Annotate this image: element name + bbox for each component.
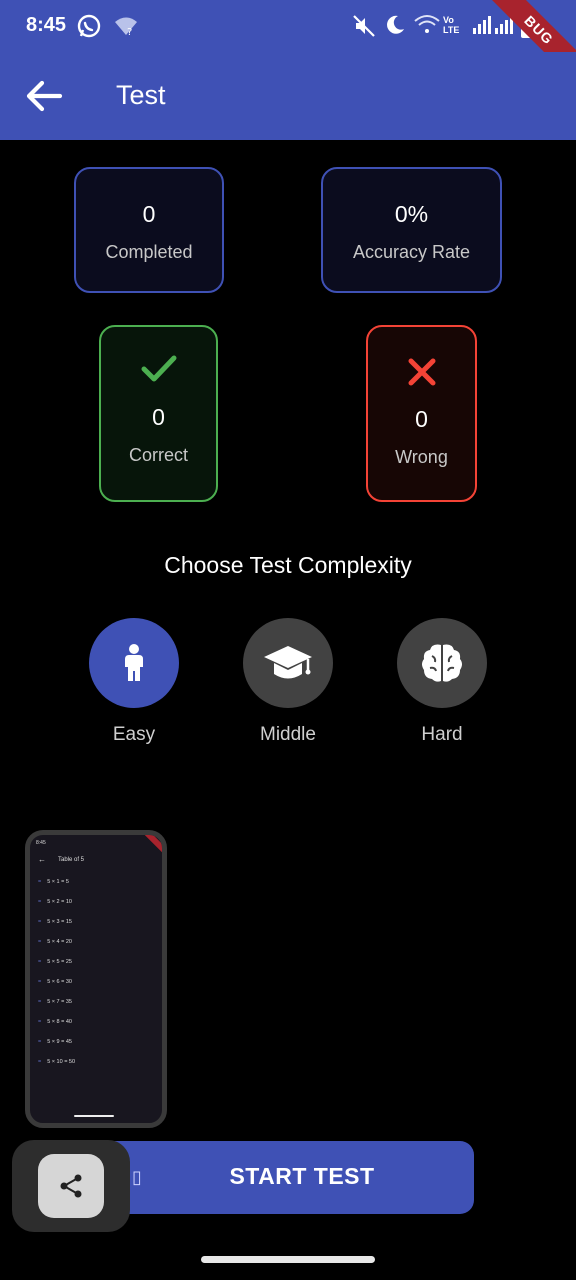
preview-row-icon: = [38, 1059, 42, 1065]
level-hard-button[interactable] [397, 618, 487, 708]
level-middle-button[interactable] [243, 618, 333, 708]
status-bar: 8:45 ? Vo LTE BUG [0, 0, 576, 92]
completed-label: Completed [105, 242, 193, 262]
child-icon [125, 644, 143, 681]
preview-row-icon: = [38, 879, 42, 885]
preview-row: = 5 × 4 = 20 [38, 939, 72, 945]
preview-row: = 5 × 3 = 15 [38, 919, 72, 925]
start-test-button[interactable]: ▯ START TEST [100, 1141, 474, 1214]
check-icon [141, 355, 176, 382]
preview-row-icon: = [38, 1019, 42, 1025]
back-button[interactable] [22, 76, 66, 116]
preview-title: Table of 5 [58, 857, 85, 863]
arrow-back-icon [26, 80, 63, 112]
level-hard-label: Hard [421, 724, 463, 745]
graduation-cap-icon [264, 646, 312, 679]
accuracy-label: Accuracy Rate [352, 242, 471, 262]
close-icon [408, 358, 435, 386]
level-middle-label: Middle [260, 724, 316, 745]
correct-label: Correct [128, 445, 188, 465]
home-indicator[interactable] [201, 1256, 375, 1263]
preview-row-icon: = [38, 899, 42, 905]
wrong-card: 0 Wrong [366, 325, 477, 502]
preview-row-icon: = [38, 979, 42, 985]
preview-row: = 5 × 5 = 25 [38, 959, 72, 965]
complexity-title: Choose Test Complexity [164, 552, 412, 578]
screenshot-preview[interactable]: 8:45 ← Table of 5 = 5 × 1 = 5 = 5 × 2 = 10… [25, 830, 167, 1128]
completed-value: 0 [142, 201, 156, 227]
level-hard[interactable]: Hard [397, 618, 487, 746]
preview-row: = 5 × 10 = 50 [38, 1059, 76, 1065]
app-bar [0, 52, 576, 140]
signal-icon-1 [473, 16, 491, 34]
volte-label: Vo LTE [443, 15, 460, 35]
level-middle[interactable]: Middle [243, 618, 333, 746]
preview-status-time: 8:45 [36, 840, 46, 846]
status-time: 8:45 [26, 14, 67, 36]
page-title: Test [116, 80, 166, 110]
preview-row: = 5 × 9 = 45 [38, 1039, 72, 1045]
correct-value: 0 [152, 404, 165, 430]
share-icon [60, 1174, 82, 1198]
preview-row-icon: = [38, 959, 42, 965]
mute-icon [353, 15, 375, 37]
preview-row: = 5 × 6 = 30 [38, 979, 72, 985]
level-easy-button[interactable] [89, 618, 179, 708]
preview-row-icon: = [38, 999, 42, 1005]
wifi-icon [414, 15, 440, 33]
preview-row-icon: = [38, 919, 42, 925]
accuracy-value: 0% [394, 201, 429, 227]
wifi-question-icon: ? [115, 17, 137, 36]
start-test-label: START TEST [229, 1163, 375, 1189]
completed-card: 0 Completed [74, 167, 224, 293]
wrong-label: Wrong [395, 447, 448, 467]
preview-row: = 5 × 2 = 10 [38, 899, 72, 905]
wrong-value: 0 [415, 406, 428, 432]
preview-row-icon: = [38, 1039, 42, 1045]
level-easy[interactable]: Easy [89, 618, 179, 746]
preview-row: = 5 × 7 = 35 [38, 999, 72, 1005]
whatsapp-icon [77, 14, 101, 38]
share-panel [12, 1140, 130, 1232]
brain-icon [422, 644, 462, 682]
share-button[interactable] [38, 1154, 104, 1218]
moon-icon [387, 15, 404, 34]
preview-row: = 5 × 8 = 40 [38, 1019, 72, 1025]
preview-row-icon: = [38, 939, 42, 945]
preview-row: = 5 × 1 = 5 [38, 879, 69, 885]
preview-debug-ribbon [139, 835, 162, 859]
preview-back-icon: ← [38, 855, 46, 864]
svg-text:?: ? [127, 27, 132, 36]
accuracy-card: 0% Accuracy Rate [321, 167, 502, 293]
correct-card: 0 Correct [99, 325, 218, 502]
preview-home-indicator [74, 1115, 114, 1117]
level-easy-label: Easy [112, 724, 156, 745]
